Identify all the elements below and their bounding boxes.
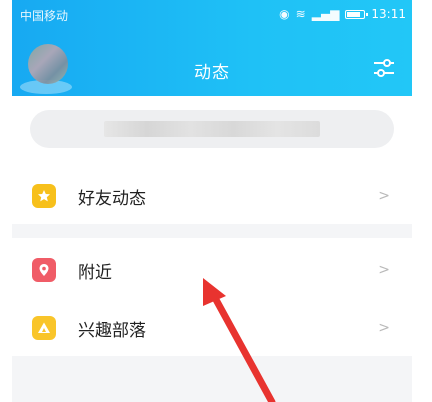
annotation-arrow — [203, 278, 276, 402]
